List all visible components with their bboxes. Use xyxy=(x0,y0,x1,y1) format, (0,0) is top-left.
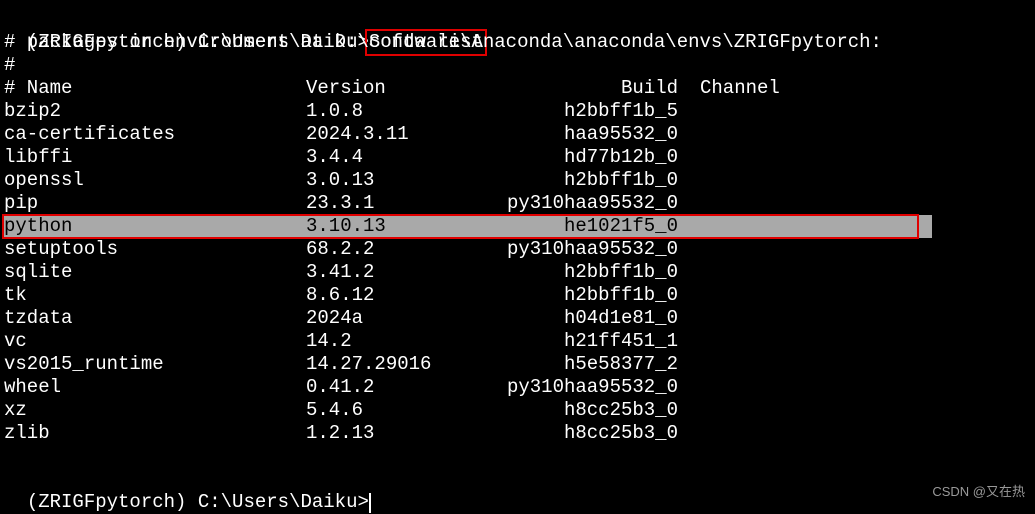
package-name: ca-certificates xyxy=(4,123,306,146)
package-build: py310haa95532_0 xyxy=(506,192,700,215)
package-version: 3.4.4 xyxy=(306,146,506,169)
package-name: setuptools xyxy=(4,238,306,261)
package-version: 1.2.13 xyxy=(306,422,506,445)
package-name: tk xyxy=(4,284,306,307)
package-name: bzip2 xyxy=(4,100,306,123)
package-row: python3.10.13he1021f5_0 xyxy=(4,215,932,238)
hash-line: # xyxy=(4,54,1031,77)
env-line: # packages in environment at D:\Software… xyxy=(4,31,1031,54)
package-name: vc xyxy=(4,330,306,353)
header-channel: Channel xyxy=(700,77,780,100)
package-build: h5e58377_2 xyxy=(506,353,700,376)
package-build: h21ff451_1 xyxy=(506,330,700,353)
package-version: 3.0.13 xyxy=(306,169,506,192)
package-build: h2bbff1b_0 xyxy=(506,284,700,307)
package-version: 1.0.8 xyxy=(306,100,506,123)
package-name: openssl xyxy=(4,169,306,192)
package-build: h8cc25b3_0 xyxy=(506,399,700,422)
package-version: 8.6.12 xyxy=(306,284,506,307)
blank-line xyxy=(4,445,1031,468)
package-row: wheel0.41.2py310haa95532_0 xyxy=(4,376,1031,399)
header-row: # Name Version Build Channel xyxy=(4,77,1031,100)
package-row: ca-certificates2024.3.11haa95532_0 xyxy=(4,123,1031,146)
package-version: 14.2 xyxy=(306,330,506,353)
prompt-line-2[interactable]: (ZRIGFpytorch) C:\Users\Daiku> xyxy=(4,468,1031,491)
package-name: zlib xyxy=(4,422,306,445)
package-row: libffi3.4.4hd77b12b_0 xyxy=(4,146,1031,169)
package-name: tzdata xyxy=(4,307,306,330)
prompt-line-1[interactable]: (ZRIGFpytorch) C:\Users\Daiku>conda list xyxy=(4,8,1031,31)
header-version: Version xyxy=(306,77,506,100)
package-build: h2bbff1b_0 xyxy=(506,261,700,284)
package-version: 68.2.2 xyxy=(306,238,506,261)
package-row: vc14.2h21ff451_1 xyxy=(4,330,1031,353)
package-build: h2bbff1b_5 xyxy=(506,100,700,123)
package-build: he1021f5_0 xyxy=(506,215,700,238)
package-build: py310haa95532_0 xyxy=(506,238,700,261)
package-name: wheel xyxy=(4,376,306,399)
prompt-prefix-2: (ZRIGFpytorch) C:\Users\Daiku> xyxy=(27,491,369,513)
cursor xyxy=(369,493,371,513)
package-version: 23.3.1 xyxy=(306,192,506,215)
watermark: CSDN @又在热 xyxy=(932,484,1025,500)
package-row: xz5.4.6h8cc25b3_0 xyxy=(4,399,1031,422)
package-version: 2024.3.11 xyxy=(306,123,506,146)
package-build: h8cc25b3_0 xyxy=(506,422,700,445)
package-build: haa95532_0 xyxy=(506,123,700,146)
package-name: vs2015_runtime xyxy=(4,353,306,376)
package-version: 3.10.13 xyxy=(306,215,506,238)
package-name: sqlite xyxy=(4,261,306,284)
package-build: h2bbff1b_0 xyxy=(506,169,700,192)
package-row: sqlite3.41.2h2bbff1b_0 xyxy=(4,261,1031,284)
package-row: tzdata2024ah04d1e81_0 xyxy=(4,307,1031,330)
package-row: vs2015_runtime14.27.29016h5e58377_2 xyxy=(4,353,1031,376)
package-row: tk8.6.12h2bbff1b_0 xyxy=(4,284,1031,307)
header-name: # Name xyxy=(4,77,306,100)
package-name: python xyxy=(4,215,306,238)
package-build: hd77b12b_0 xyxy=(506,146,700,169)
package-version: 3.41.2 xyxy=(306,261,506,284)
package-row: bzip21.0.8h2bbff1b_5 xyxy=(4,100,1031,123)
package-list: bzip21.0.8h2bbff1b_5ca-certificates2024.… xyxy=(4,100,1031,445)
package-row: openssl3.0.13h2bbff1b_0 xyxy=(4,169,1031,192)
header-build: Build xyxy=(506,77,700,100)
package-row: setuptools68.2.2py310haa95532_0 xyxy=(4,238,1031,261)
package-build: h04d1e81_0 xyxy=(506,307,700,330)
package-name: libffi xyxy=(4,146,306,169)
package-version: 14.27.29016 xyxy=(306,353,506,376)
package-version: 2024a xyxy=(306,307,506,330)
package-name: pip xyxy=(4,192,306,215)
package-version: 5.4.6 xyxy=(306,399,506,422)
package-row: pip23.3.1py310haa95532_0 xyxy=(4,192,1031,215)
package-version: 0.41.2 xyxy=(306,376,506,399)
package-build: py310haa95532_0 xyxy=(506,376,700,399)
package-name: xz xyxy=(4,399,306,422)
package-row: zlib1.2.13h8cc25b3_0 xyxy=(4,422,1031,445)
